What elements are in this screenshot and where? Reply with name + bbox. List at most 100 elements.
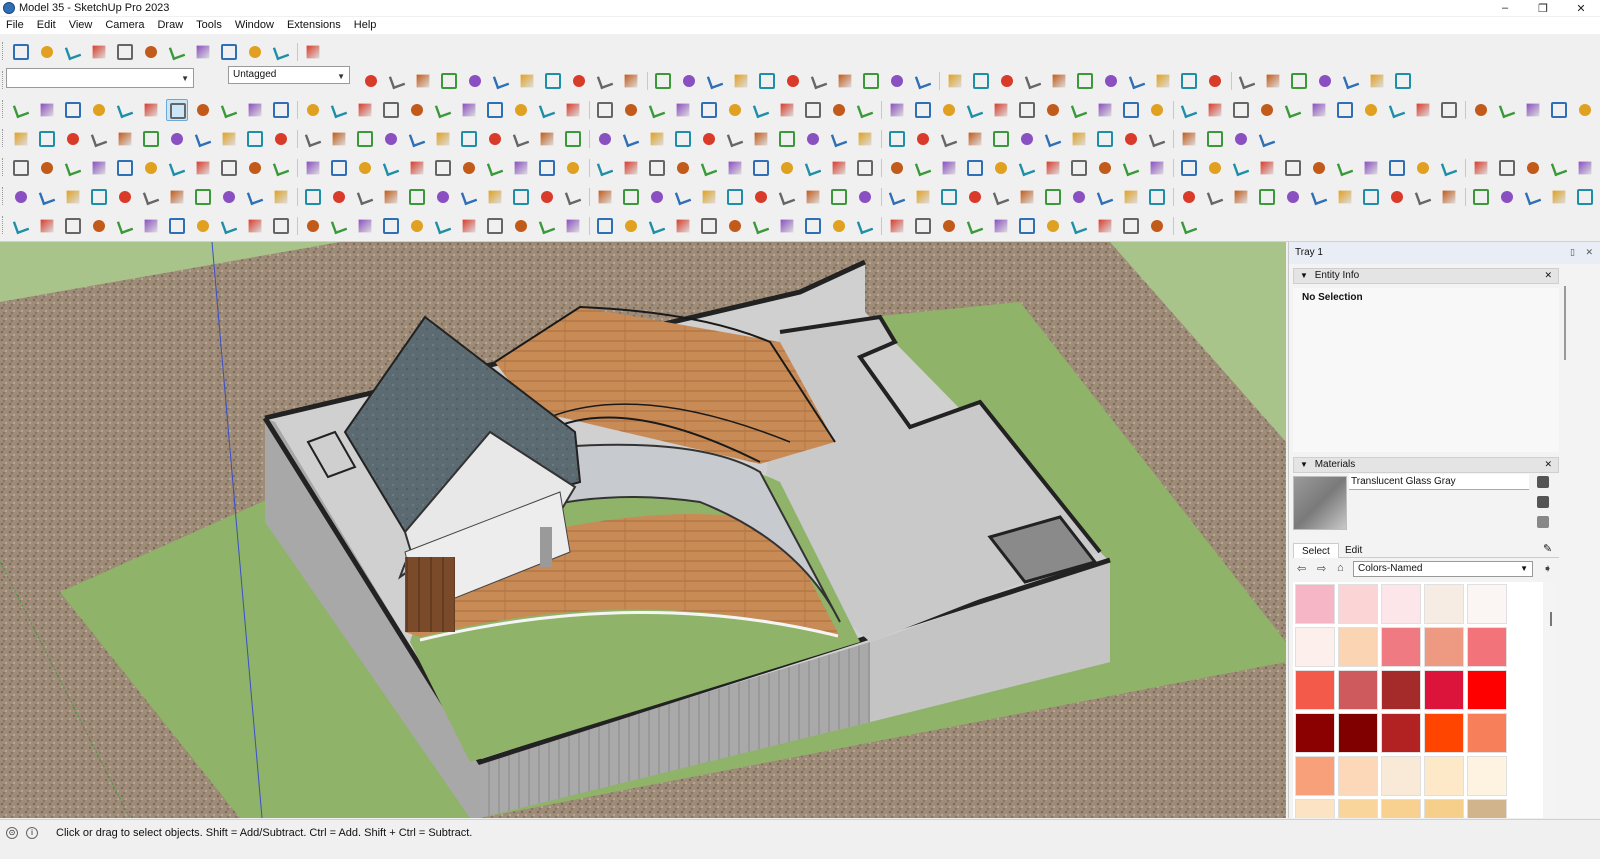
toolbar-tool-icon[interactable] — [828, 157, 850, 179]
home-icon[interactable]: ⌂ — [1337, 562, 1351, 576]
toolbar-tool-icon[interactable] — [1392, 70, 1414, 92]
toolbar-tool-icon[interactable] — [1178, 70, 1200, 92]
toolbar-tool-icon[interactable] — [218, 41, 240, 63]
material-swatch[interactable] — [1467, 713, 1507, 753]
toolbar-tool-icon[interactable] — [114, 157, 136, 179]
toolbar-tool-icon[interactable] — [458, 99, 480, 121]
material-swatch[interactable] — [1381, 584, 1421, 624]
toolbar-tool-icon[interactable] — [854, 99, 876, 121]
toolbar-tool-icon[interactable] — [1120, 128, 1142, 150]
toolbar-tool-icon[interactable] — [646, 186, 668, 208]
toolbar-tool-icon[interactable] — [698, 99, 720, 121]
toolbar-tool-icon[interactable] — [964, 186, 986, 208]
toolbar-tool-icon[interactable] — [990, 157, 1012, 179]
toolbar-tool-icon[interactable] — [1016, 157, 1038, 179]
material-swatch[interactable] — [1295, 799, 1335, 818]
toolbar-tool-icon[interactable] — [458, 215, 480, 237]
toolbar-tool-icon[interactable] — [1120, 157, 1142, 179]
toolbar-tool-icon[interactable] — [270, 128, 292, 150]
toolbar-tool-icon[interactable] — [1230, 157, 1252, 179]
toolbar-tool-icon[interactable] — [1282, 99, 1304, 121]
toolbar-tool-icon[interactable] — [380, 215, 402, 237]
toolbar-tool-icon[interactable] — [1256, 128, 1278, 150]
toolbar-tool-icon[interactable] — [328, 215, 350, 237]
toolbar-tool-icon[interactable] — [1178, 99, 1200, 121]
toolbar-tool-icon[interactable] — [1412, 99, 1434, 121]
toolbar-tool-icon[interactable] — [36, 41, 58, 63]
toolbar-tool-icon[interactable] — [1016, 99, 1038, 121]
toolbar-tool-icon[interactable] — [562, 186, 584, 208]
toolbar-tool-icon[interactable] — [62, 128, 84, 150]
toolbar-tool-icon[interactable] — [724, 186, 746, 208]
toolbar-tool-icon[interactable] — [1366, 70, 1388, 92]
toolbar-tool-icon[interactable] — [192, 99, 214, 121]
toolbar-tool-icon[interactable] — [36, 128, 58, 150]
library-dropdown[interactable]: Colors-Named ▼ — [1353, 561, 1533, 577]
toolbar-tool-icon[interactable] — [750, 128, 772, 150]
toolbar-tool-icon[interactable] — [1288, 70, 1310, 92]
toolbar-tool-icon[interactable] — [114, 215, 136, 237]
toolbar-tool-icon[interactable] — [1308, 157, 1330, 179]
toolbar-tool-icon[interactable] — [484, 186, 506, 208]
toolbar-tool-icon[interactable] — [62, 41, 84, 63]
toolbar-grip[interactable] — [2, 216, 5, 234]
material-swatch[interactable] — [1295, 627, 1335, 667]
toolbar-tool-icon[interactable] — [302, 186, 324, 208]
material-library-icon[interactable] — [1537, 496, 1549, 508]
toolbar-tool-icon[interactable] — [1094, 128, 1116, 150]
material-swatch[interactable] — [1424, 799, 1464, 818]
toolbar-tool-icon[interactable] — [750, 186, 772, 208]
toolbar-tool-icon[interactable] — [88, 215, 110, 237]
menu-file[interactable]: File — [0, 17, 31, 34]
toolbar-tool-icon[interactable] — [166, 41, 188, 63]
toolbar-tool-icon[interactable] — [1204, 70, 1226, 92]
toolbar-tool-icon[interactable] — [192, 157, 214, 179]
toolbar-tool-icon[interactable] — [114, 128, 136, 150]
toolbar-tool-icon[interactable] — [510, 99, 532, 121]
toolbar-tool-icon[interactable] — [938, 99, 960, 121]
toolbar-tool-icon[interactable] — [730, 70, 752, 92]
toolbar-tool-icon[interactable] — [328, 186, 350, 208]
toolbar-tool-icon[interactable] — [802, 128, 824, 150]
toolbar-tool-icon[interactable] — [1204, 99, 1226, 121]
toolbar-tool-icon[interactable] — [1204, 157, 1226, 179]
toolbar-tool-icon[interactable] — [886, 157, 908, 179]
toolbar-tool-icon[interactable] — [594, 99, 616, 121]
material-swatch[interactable] — [1295, 756, 1335, 796]
toolbar-tool-icon[interactable] — [406, 157, 428, 179]
toolbar-tool-icon[interactable] — [1438, 99, 1460, 121]
toolbar-tool-icon[interactable] — [1496, 99, 1518, 121]
toolbar-tool-icon[interactable] — [536, 186, 558, 208]
toolbar-tool-icon[interactable] — [140, 41, 162, 63]
toolbar-tool-icon[interactable] — [1016, 128, 1038, 150]
toolbar-tool-icon[interactable] — [1470, 186, 1492, 208]
toolbar-tool-icon[interactable] — [88, 186, 110, 208]
toolbar-tool-icon[interactable] — [1438, 157, 1460, 179]
toolbar-tool-icon[interactable] — [1360, 186, 1382, 208]
toolbar-tool-icon[interactable] — [1100, 70, 1122, 92]
toolbar-tool-icon[interactable] — [432, 99, 454, 121]
toolbar-tool-icon[interactable] — [1496, 157, 1518, 179]
toolbar-tool-icon[interactable] — [140, 99, 162, 121]
toolbar-tool-icon[interactable] — [1094, 157, 1116, 179]
toolbar-tool-icon[interactable] — [1496, 186, 1518, 208]
toolbar-tool-icon[interactable] — [510, 186, 532, 208]
sample-paint-icon[interactable] — [1537, 516, 1549, 528]
toolbar-tool-icon[interactable] — [698, 128, 720, 150]
toolbar-tool-icon[interactable] — [1068, 215, 1090, 237]
toolbar-tool-icon[interactable] — [1230, 99, 1252, 121]
toolbar-tool-icon[interactable] — [62, 99, 84, 121]
toolbar-tool-icon[interactable] — [964, 99, 986, 121]
material-swatch[interactable] — [1295, 584, 1335, 624]
toolbar-tool-icon[interactable] — [860, 70, 882, 92]
toolbar-tool-icon[interactable] — [990, 186, 1012, 208]
material-swatch[interactable] — [1467, 670, 1507, 710]
toolbar-tool-icon[interactable] — [1574, 99, 1596, 121]
toolbar-tool-icon[interactable] — [438, 70, 460, 92]
toolbar-tool-icon[interactable] — [1256, 99, 1278, 121]
toolbar-tool-icon[interactable] — [484, 157, 506, 179]
toolbar-tool-icon[interactable] — [406, 186, 428, 208]
toolbar-tool-icon[interactable] — [1282, 186, 1304, 208]
toolbar-tool-icon[interactable] — [1022, 70, 1044, 92]
toolbar-tool-icon[interactable] — [646, 99, 668, 121]
